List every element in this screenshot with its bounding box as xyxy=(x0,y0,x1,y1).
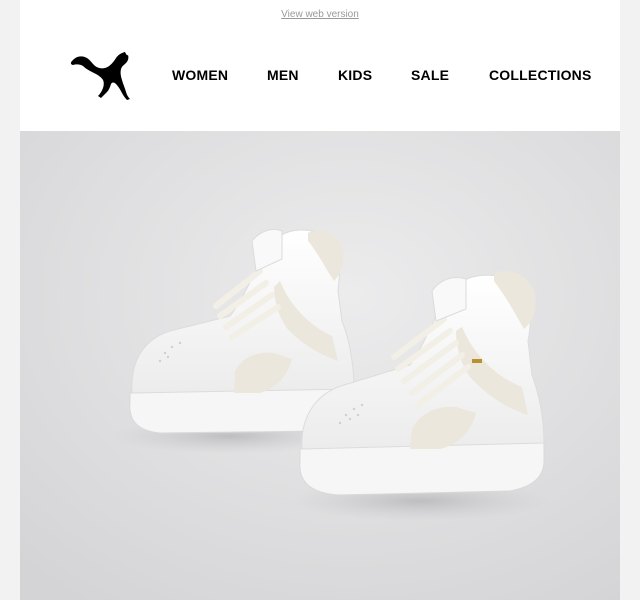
nav-men[interactable]: MEN xyxy=(267,66,299,84)
preheader: View web version xyxy=(20,9,620,21)
email-container: View web version WOMEN MEN KIDS SALE COL… xyxy=(20,0,620,600)
main-nav: WOMEN MEN KIDS SALE COLLECTIONS xyxy=(20,66,620,86)
nav-collections[interactable]: COLLECTIONS xyxy=(489,66,592,84)
page: View web version WOMEN MEN KIDS SALE COL… xyxy=(0,0,640,600)
sneakers-illustration xyxy=(20,131,620,600)
view-web-version-link[interactable]: View web version xyxy=(281,9,359,20)
nav-kids[interactable]: KIDS xyxy=(338,66,372,84)
nav-sale[interactable]: SALE xyxy=(411,66,449,84)
nav-women[interactable]: WOMEN xyxy=(172,66,228,84)
hero-image[interactable] xyxy=(20,131,620,600)
